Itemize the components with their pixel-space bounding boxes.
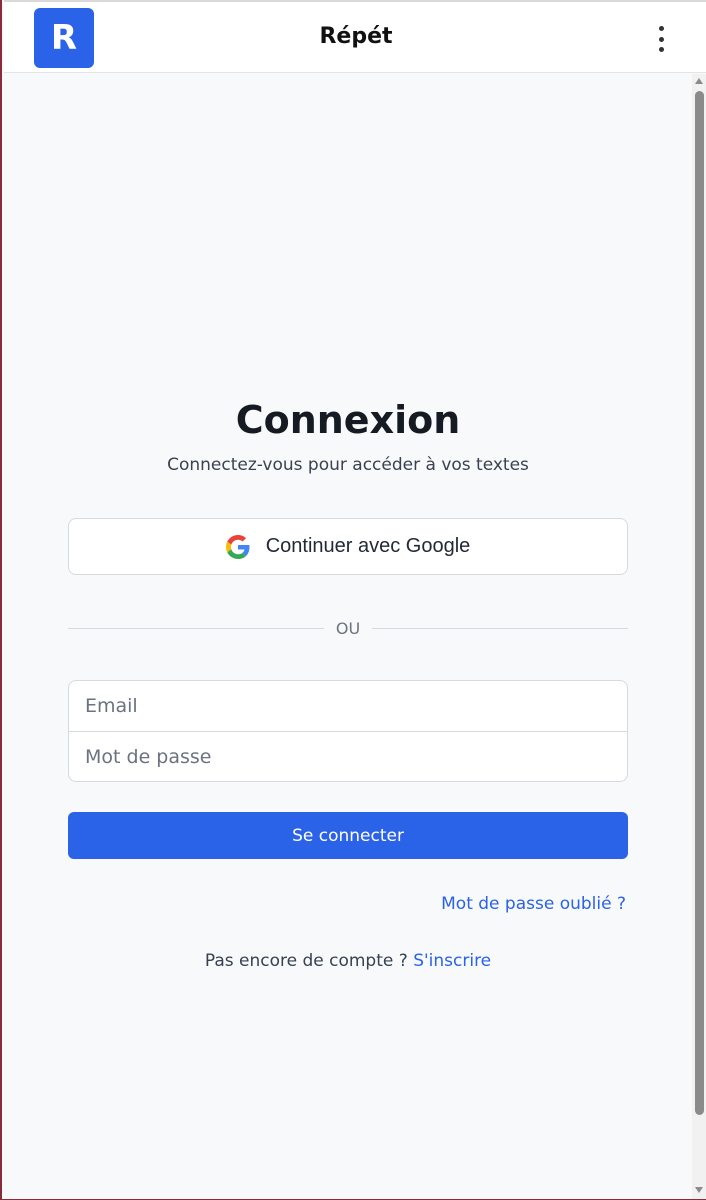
google-signin-button[interactable]: Continuer avec Google (68, 518, 628, 575)
divider-text: OU (335, 618, 361, 638)
login-button[interactable]: Se connecter (68, 812, 628, 859)
credentials-fields (68, 680, 628, 782)
kebab-menu-icon[interactable] (649, 24, 673, 54)
google-button-label: Continuer avec Google (265, 535, 471, 557)
signup-line: Pas encore de compte ? S'inscrire (2, 951, 694, 971)
signup-link[interactable]: S'inscrire (413, 951, 491, 971)
signup-prompt: Pas encore de compte ? (204, 951, 414, 971)
scrollbar-thumb[interactable] (695, 91, 704, 1115)
app-title: Répét (319, 24, 393, 49)
google-icon (225, 534, 250, 559)
top-bar: R Répét (4, 0, 706, 73)
app-frame: R Répét Connexion Connectez-vous pour ac… (0, 0, 706, 1200)
scroll-up-arrow-icon[interactable] (695, 78, 703, 84)
or-divider: OU (68, 618, 628, 638)
scrollbar[interactable] (692, 74, 706, 1199)
forgot-password-link[interactable]: Mot de passe oublié ? (441, 894, 626, 914)
scroll-down-arrow-icon[interactable] (695, 1187, 703, 1193)
page-subtitle: Connectez-vous pour accéder à vos textes (167, 455, 529, 475)
password-input[interactable] (69, 732, 627, 781)
email-input[interactable] (69, 681, 627, 731)
page-title: Connexion (235, 398, 461, 442)
